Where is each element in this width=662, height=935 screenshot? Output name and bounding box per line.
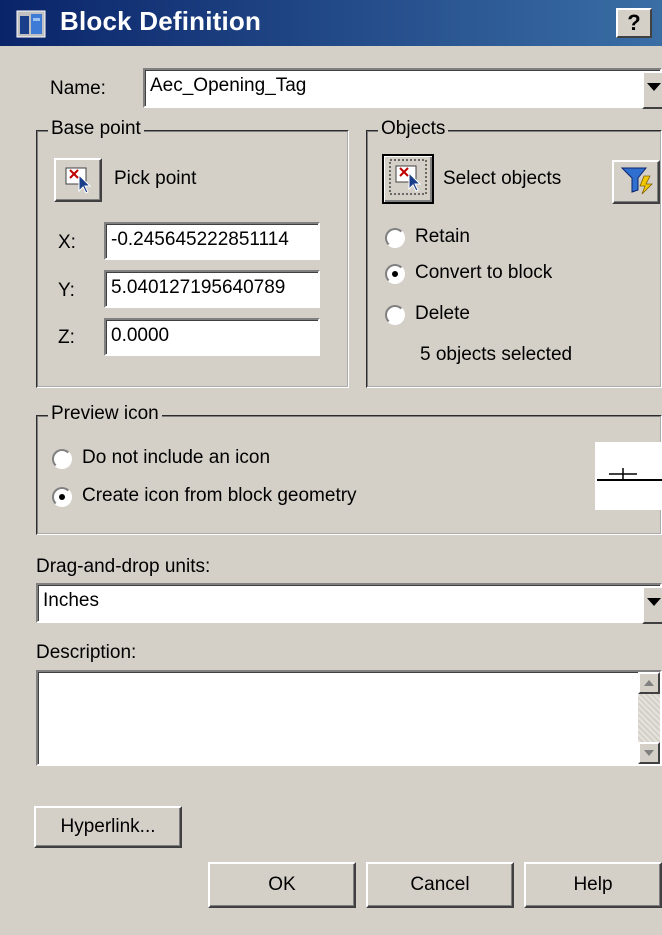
no-icon-label: Do not include an icon: [82, 447, 271, 468]
description-scrollbar[interactable]: [638, 672, 660, 764]
create-icon-radio[interactable]: [52, 487, 72, 507]
description-textarea[interactable]: [36, 670, 662, 766]
base-point-legend: Base point: [48, 118, 144, 140]
scroll-down-button[interactable]: [638, 742, 660, 764]
x-value: -0.245645222851114: [111, 229, 289, 250]
y-value: 5.040127195640789: [111, 277, 286, 298]
y-coordinate-field[interactable]: 5.040127195640789: [104, 270, 320, 308]
name-label: Name:: [50, 78, 106, 99]
name-value: Aec_Opening_Tag: [150, 75, 307, 96]
chevron-down-icon: [644, 750, 654, 756]
convert-to-block-radio[interactable]: [385, 264, 405, 284]
select-objects-label: Select objects: [443, 168, 562, 189]
create-icon-label: Create icon from block geometry: [82, 485, 357, 506]
select-objects-button[interactable]: [382, 154, 434, 204]
units-combobox[interactable]: Inches: [36, 583, 662, 624]
hyperlink-button[interactable]: Hyperlink...: [34, 806, 182, 848]
preview-icon-legend: Preview icon: [48, 403, 162, 425]
pick-point-icon: [65, 167, 92, 194]
chevron-down-icon[interactable]: [642, 71, 662, 109]
help-question-button[interactable]: ?: [616, 8, 652, 38]
cancel-button[interactable]: Cancel: [366, 862, 514, 908]
x-coordinate-field[interactable]: -0.245645222851114: [104, 222, 320, 260]
units-value: Inches: [43, 590, 99, 611]
units-label: Drag-and-drop units:: [36, 556, 211, 577]
name-combobox[interactable]: Aec_Opening_Tag: [143, 68, 662, 109]
block-definition-icon: [16, 10, 46, 38]
scroll-up-button[interactable]: [638, 672, 660, 694]
retain-radio[interactable]: [385, 228, 405, 248]
delete-label: Delete: [415, 303, 470, 324]
chevron-up-icon: [644, 680, 654, 686]
no-icon-radio[interactable]: [52, 449, 72, 469]
convert-to-block-label: Convert to block: [415, 262, 553, 283]
retain-label: Retain: [415, 226, 470, 247]
description-label: Description:: [36, 642, 137, 663]
block-geometry-preview: [597, 468, 662, 481]
chevron-down-icon[interactable]: [642, 586, 662, 624]
window-title: Block Definition: [60, 6, 262, 36]
delete-radio[interactable]: [385, 305, 405, 325]
z-coordinate-field[interactable]: 0.0000: [104, 318, 320, 356]
pick-point-label: Pick point: [114, 168, 197, 189]
help-button[interactable]: Help: [524, 862, 662, 908]
y-label: Y:: [58, 280, 75, 301]
quick-select-filter-icon: [620, 167, 653, 195]
objects-legend: Objects: [378, 118, 449, 140]
z-value: 0.0000: [111, 325, 170, 346]
objects-selected-status: 5 objects selected: [420, 344, 573, 365]
pick-point-button[interactable]: [54, 158, 102, 202]
quick-select-button[interactable]: [612, 160, 660, 204]
block-preview-image: [595, 442, 662, 510]
select-objects-icon: [389, 159, 427, 195]
z-label: Z:: [58, 327, 75, 348]
ok-button[interactable]: OK: [208, 862, 356, 908]
preview-icon-group: [36, 415, 662, 535]
x-label: X:: [58, 232, 76, 253]
